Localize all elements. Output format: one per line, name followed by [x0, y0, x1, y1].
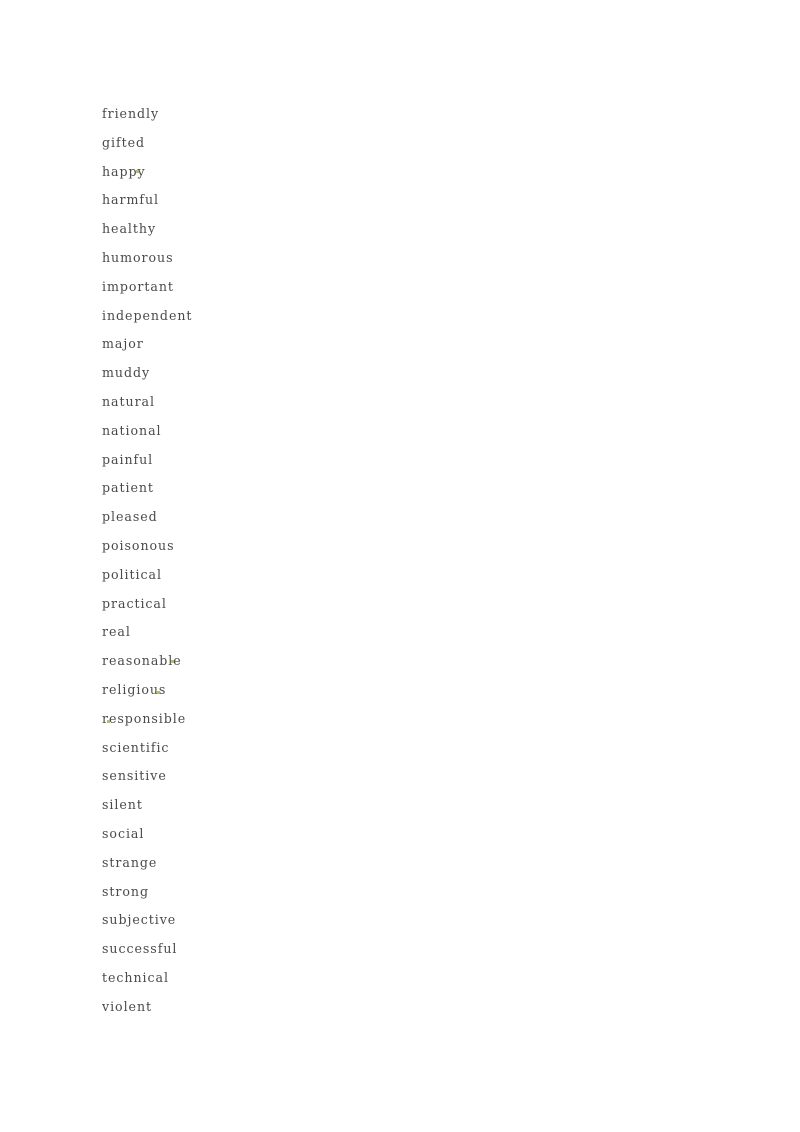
- word-list-item: responsible: [102, 710, 187, 726]
- word-list-item: strong: [102, 883, 149, 899]
- word-list-item: important: [102, 278, 174, 294]
- word-list-item: national: [102, 422, 162, 438]
- word-list-item: gifted: [102, 134, 146, 150]
- word-list-item: successful: [102, 941, 178, 957]
- word-list-item: harmful: [102, 192, 160, 208]
- word-list-item: social: [102, 825, 145, 841]
- word-list-item: natural: [102, 393, 155, 409]
- word-list-item: religious: [102, 681, 167, 697]
- word-list-item: real: [102, 624, 131, 640]
- document-page: friendly gifted happy harmful healthy humorou…: [0, 0, 800, 1132]
- word-list-item: sensitive: [102, 768, 167, 784]
- word-list-item: humorous: [102, 249, 174, 265]
- word-list-item: subjective: [102, 912, 177, 928]
- word-list-item: reasonable: [102, 653, 182, 669]
- word-list-item: patient: [102, 480, 154, 496]
- word-list-item: painful: [102, 451, 154, 467]
- word-list-item: practical: [102, 595, 167, 611]
- word-list-item: pleased: [102, 509, 158, 525]
- word-list: friendly gifted happy harmful healthy humorou…: [102, 100, 192, 1022]
- word-list-item: technical: [102, 969, 169, 985]
- word-list-item: silent: [102, 797, 143, 813]
- word-list-item: violent: [102, 998, 153, 1014]
- word-list-item: poisonous: [102, 537, 175, 553]
- word-list-item: happy: [102, 163, 146, 179]
- word-list-item: independent: [102, 307, 193, 323]
- word-list-item: strange: [102, 854, 158, 870]
- word-list-item: major: [102, 336, 144, 352]
- word-list-item: scientific: [102, 739, 170, 755]
- word-list-item: friendly: [102, 106, 160, 121]
- word-list-item: muddy: [102, 365, 151, 381]
- word-list-item: political: [102, 566, 162, 582]
- word-list-item: healthy: [102, 221, 157, 237]
